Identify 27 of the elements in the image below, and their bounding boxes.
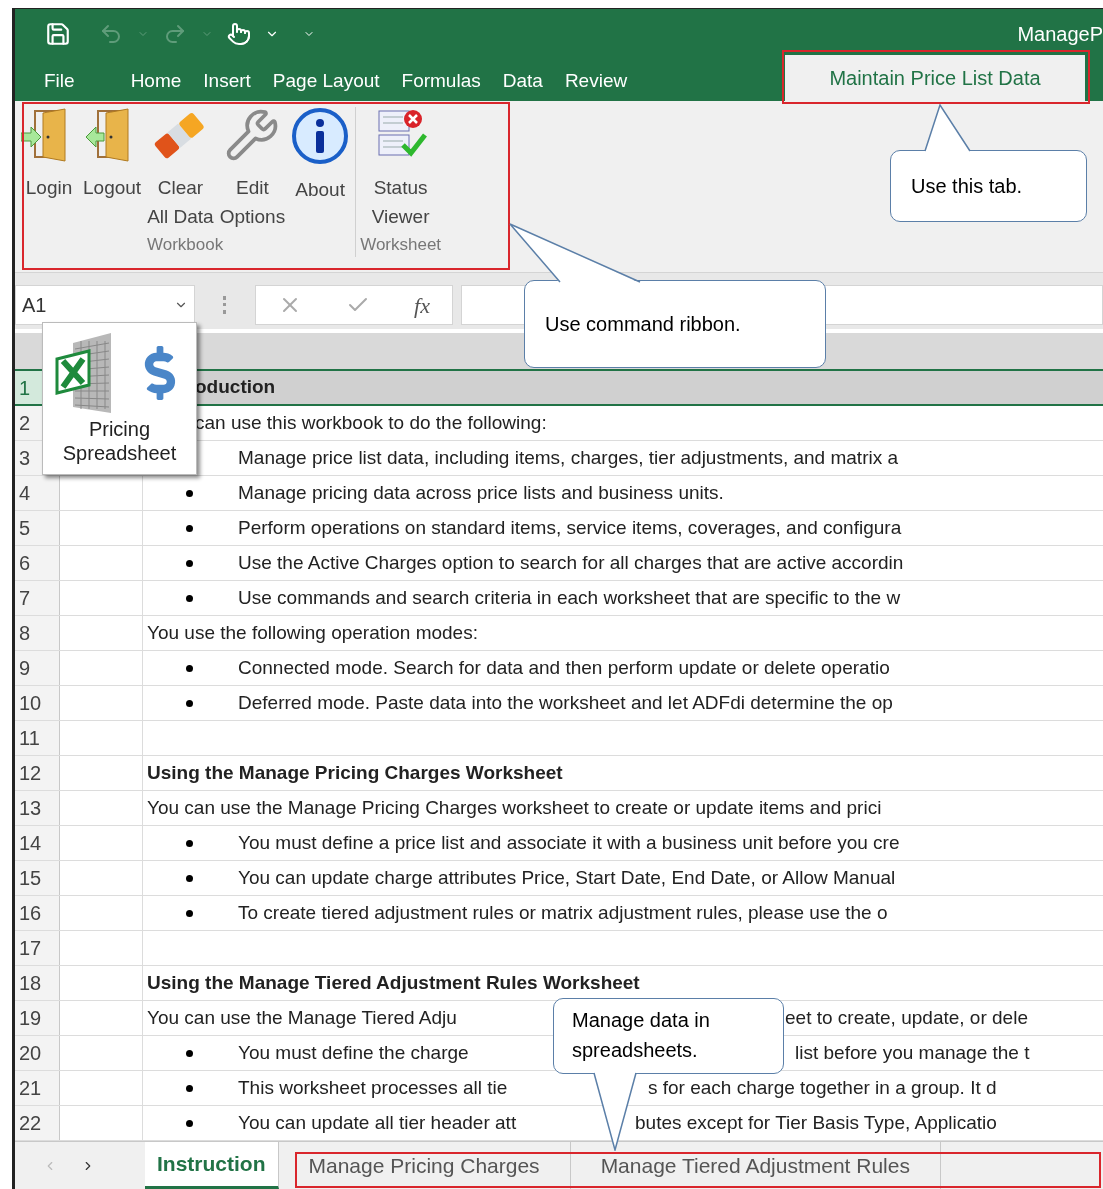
cell-text: Use commands and search criteria in each worksheet that are specific to the w [238, 585, 901, 610]
cell-text: list before you manage the t [795, 1040, 1030, 1065]
cell-text: You can use the Manage Tiered Adju [147, 1005, 457, 1030]
section-heading: Using the Manage Pricing Charges Worksheet [147, 760, 563, 785]
cell-text: This worksheet processes all tie [238, 1075, 508, 1100]
cell-text: Perform operations on standard items, service items, coverages, and configura [238, 515, 902, 540]
cell-text: You must define the charge [238, 1040, 469, 1065]
cell-text: You use the following operation modes: [147, 620, 478, 645]
cell-text: Use the Active Charges option to search for all charges that are active accordin [238, 550, 904, 575]
cell-text: butes except for Tier Basis Type, Applicatio [635, 1110, 997, 1135]
cell-text: You must define a price list and associate it with a business unit before you cre [238, 830, 900, 855]
section-heading: Using the Manage Tiered Adjustment Rules Worksheet [147, 970, 640, 995]
cell-text: eet to create, update, or dele [785, 1005, 1028, 1030]
cell-text: Manage price list data, including items, charges, tier adjustments, and matrix a [238, 445, 899, 470]
group-label: Worksheet [360, 233, 442, 256]
cell-text: s for each charge together in a group. It d [648, 1075, 997, 1100]
window-title: ManageP [1017, 22, 1103, 47]
section-heading: oduction [195, 375, 276, 400]
cell-text: You can update all tier header att [238, 1110, 517, 1135]
tile-label: Pricing Spreadsheet [61, 417, 178, 465]
cell-text: Connected mode. Search for data and then perform update or delete operatio [238, 655, 890, 680]
cell-text: You can use the Manage Pricing Charges worksheet to create or update items and prici [147, 795, 882, 820]
cell-text: You can update charge attributes Price, Start Date, End Date, or Allow Manual [238, 865, 896, 890]
cell-text: To create tiered adjustment rules or matrix adjustment rules, please use the o [238, 900, 888, 925]
cell-text: Manage pricing data across price lists and business units. [238, 480, 724, 505]
cell-text: Deferred mode. Paste data into the worksheet and let ADFdi determine the op [238, 690, 893, 715]
group-label: Workbook [146, 233, 224, 256]
